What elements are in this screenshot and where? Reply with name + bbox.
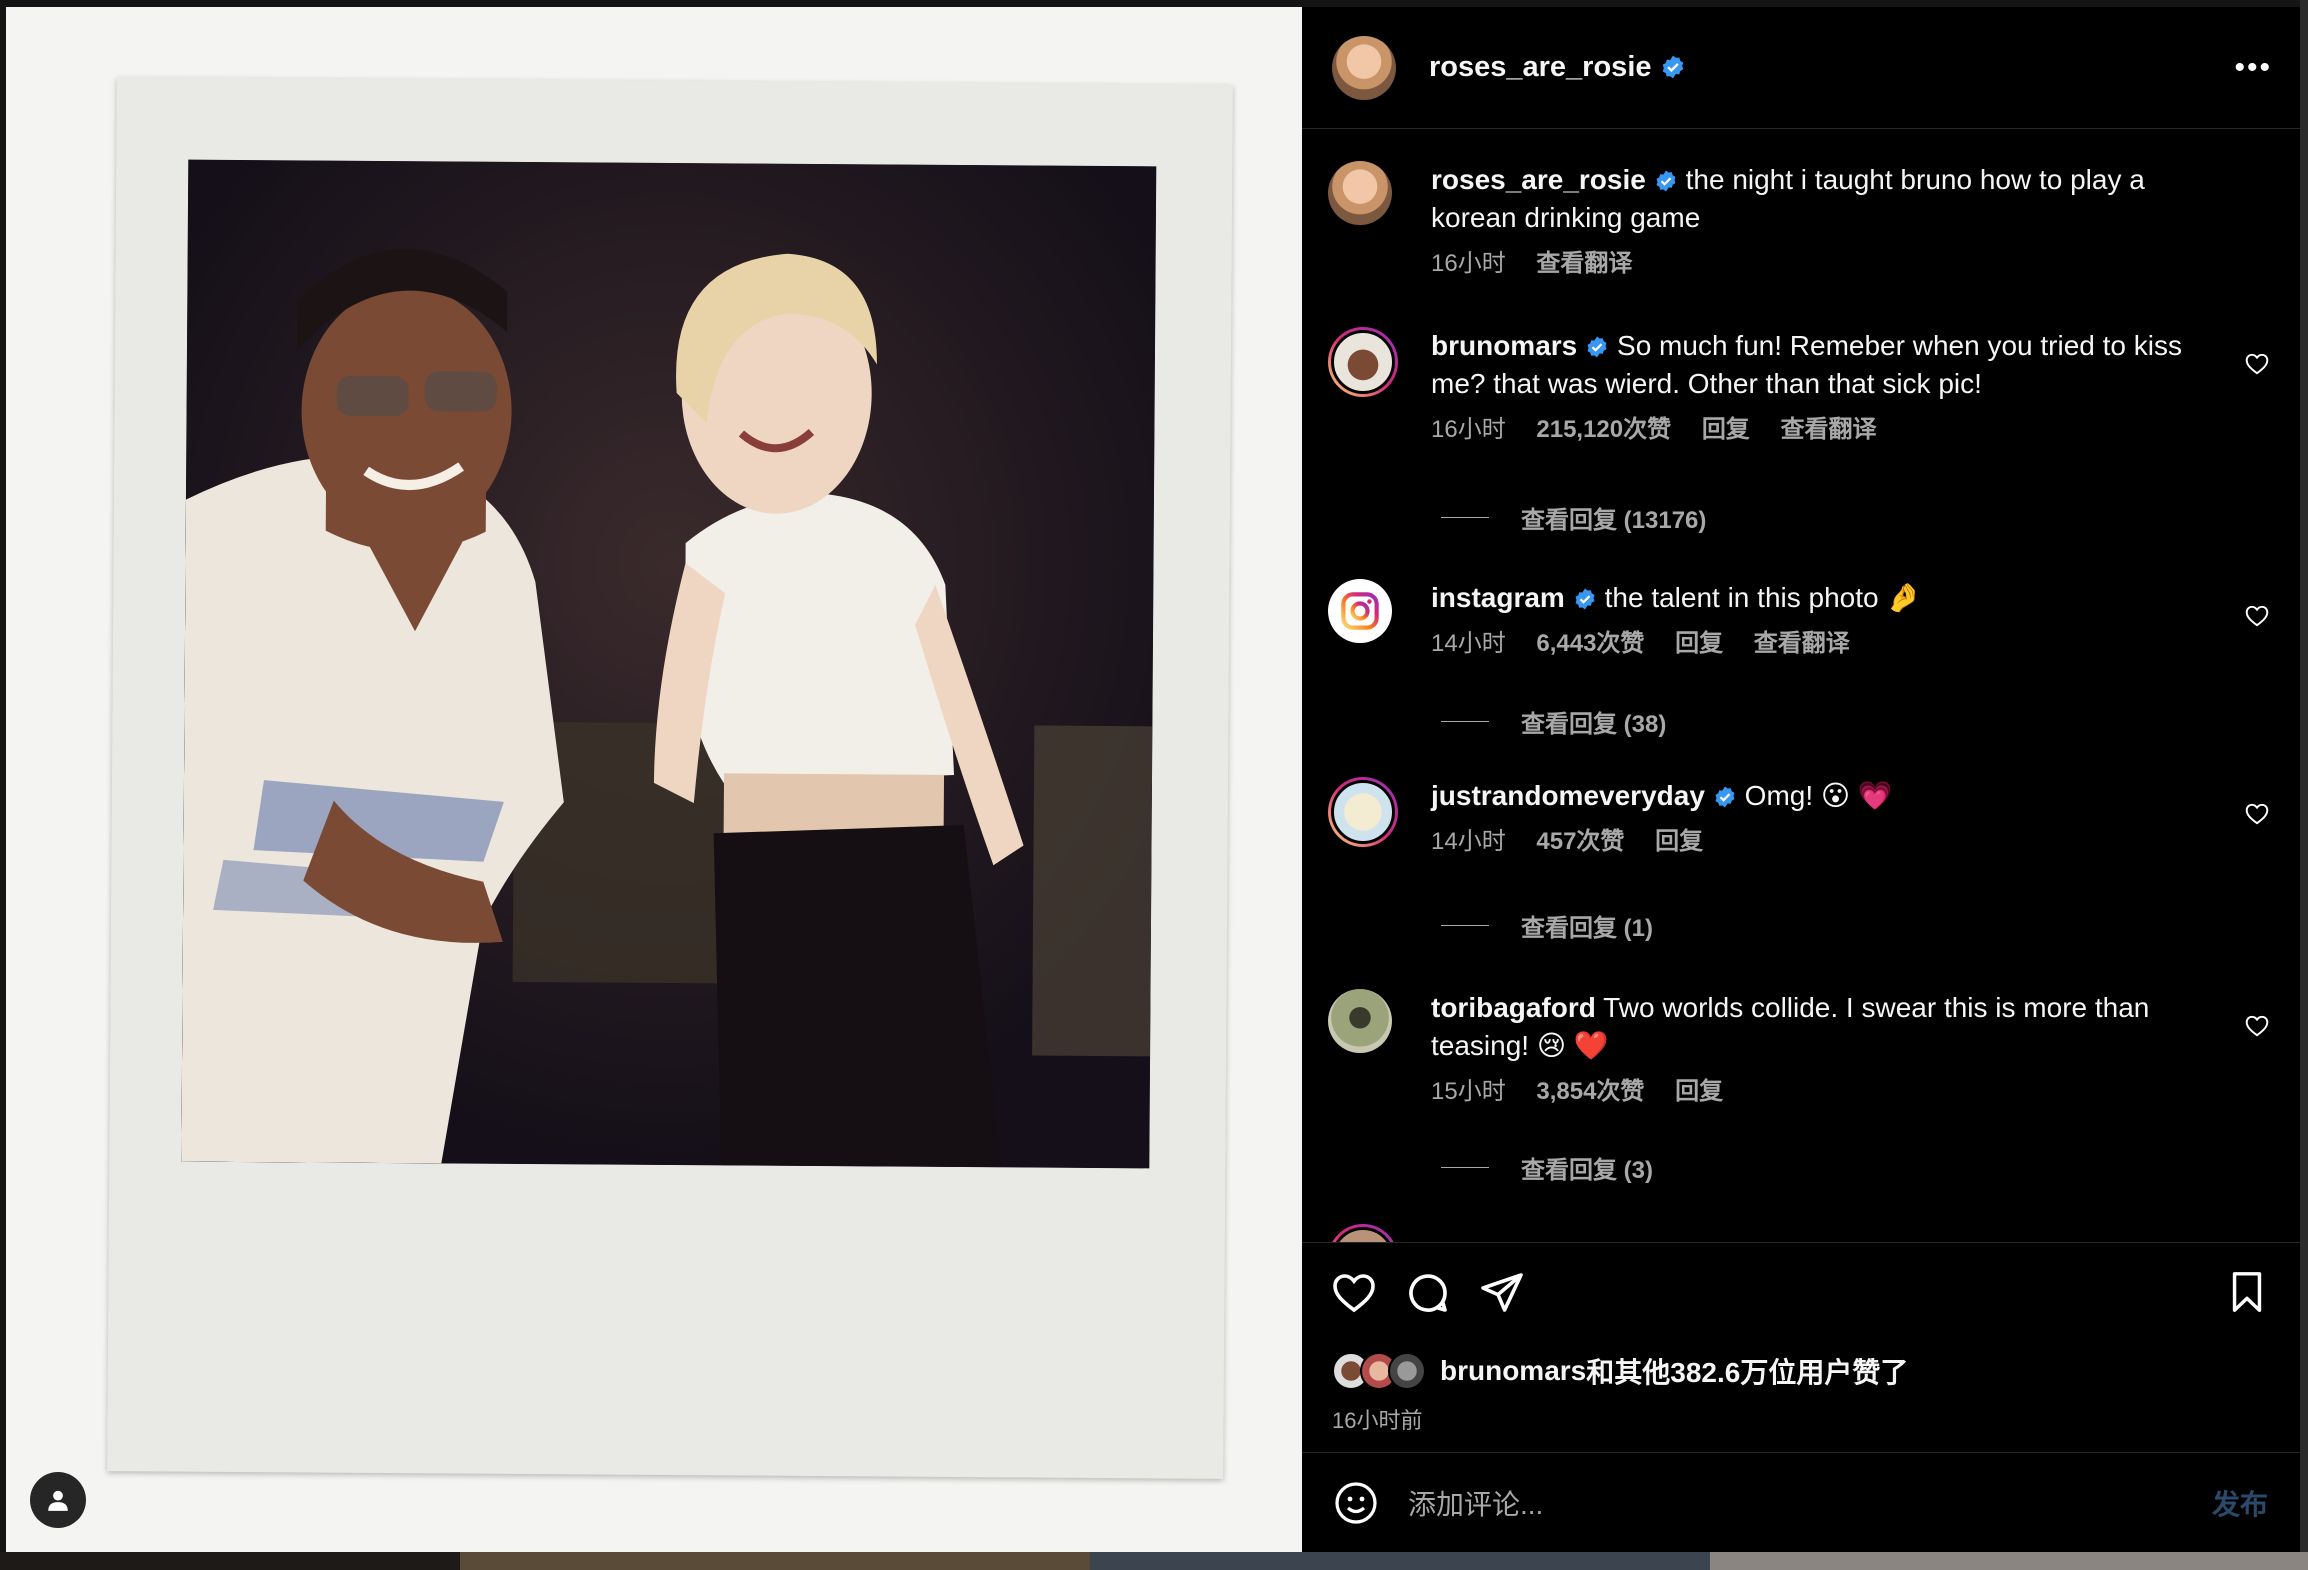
comment-likes[interactable]: 457次赞	[1536, 828, 1624, 855]
comment-username[interactable]: instagram	[1431, 582, 1565, 613]
reply-button[interactable]: 回复	[1655, 828, 1703, 855]
post-timestamp: 16小时前	[1332, 1408, 1423, 1433]
author-avatar[interactable]	[1332, 35, 1396, 100]
comment-time: 14小时	[1431, 630, 1506, 657]
like-comment-heart-icon[interactable]	[2244, 801, 2270, 827]
post-sidebar: roses_are_rosie ••• roses_are_rosie the …	[1302, 7, 2300, 1552]
photo-image	[181, 159, 1157, 1169]
comment-username[interactable]: justrandomeveryday	[1431, 780, 1705, 811]
translate-link[interactable]: 查看翻译	[1754, 630, 1850, 657]
caption-body: roses_are_rosie the night i taught bruno…	[1431, 161, 2211, 283]
verified-badge-icon	[1715, 786, 1735, 808]
tagged-users-button[interactable]	[30, 1472, 86, 1528]
translate-link[interactable]: 查看翻译	[1780, 416, 1876, 443]
comment-likes[interactable]: 3,854次赞	[1536, 1078, 1644, 1105]
view-replies-button[interactable]: 查看回复 (38)	[1441, 704, 1666, 739]
comment-composer: 添加评论... 发布	[1302, 1452, 2300, 1552]
photo-scene	[181, 159, 1157, 1169]
like-comment-heart-icon[interactable]	[2244, 351, 2270, 377]
comment-meta: 16小时 215,120次赞 回复 查看翻译	[1431, 411, 2211, 449]
verified-badge-icon	[1587, 336, 1607, 358]
post-comment-button[interactable]: 发布	[2212, 1483, 2268, 1523]
reply-button[interactable]: 回复	[1675, 1078, 1723, 1105]
comment-likes[interactable]: 6,443次赞	[1536, 630, 1644, 657]
verified-badge-icon	[1656, 170, 1676, 192]
view-replies-button[interactable]: 查看回复 (3)	[1441, 1150, 1653, 1185]
like-comment-heart-icon[interactable]	[2244, 603, 2270, 629]
caption-avatar[interactable]	[1328, 161, 1392, 225]
comment-meta: 15小时 3,854次赞 回复	[1431, 1073, 2211, 1111]
view-replies-button[interactable]: 查看回复 (1)	[1441, 908, 1653, 943]
likes-summary[interactable]: brunomars 和其他382.6万位用户赞了	[1332, 1351, 1908, 1391]
comment-username[interactable]: toribagaford	[1431, 992, 1596, 1023]
comment-time: 16小时	[1431, 416, 1506, 443]
view-replies-button[interactable]: 查看回复 (13176)	[1441, 500, 1706, 535]
comment-avatar[interactable]	[1328, 579, 1392, 643]
author-username[interactable]: roses_are_rosie	[1429, 51, 1686, 84]
post-header: roses_are_rosie •••	[1302, 7, 2300, 129]
comment-username[interactable]: brunomars	[1431, 330, 1577, 361]
verified-badge-icon	[1575, 588, 1595, 610]
comments-list: roses_are_rosie the night i taught bruno…	[1302, 129, 2300, 1242]
comment-body: justrandomeveryday Omg! 😮 💗 14小时 457次赞 回…	[1431, 777, 2211, 861]
likes-user[interactable]: brunomars	[1440, 1355, 1586, 1387]
polaroid-frame	[107, 77, 1233, 1479]
comment-body: instagram the talent in this photo 🤌 14小…	[1431, 579, 2211, 663]
comment-meta: 14小时 457次赞 回复	[1431, 823, 2211, 861]
liker-avatars	[1332, 1352, 1426, 1390]
bookmark-icon[interactable]	[2224, 1269, 2270, 1315]
share-send-icon[interactable]	[1478, 1269, 1526, 1317]
post-actions: brunomars 和其他382.6万位用户赞了 16小时前	[1302, 1242, 2300, 1452]
caption-time: 16小时	[1431, 250, 1506, 277]
comment-avatar[interactable]	[1328, 1224, 1398, 1242]
likes-text: 和其他382.6万位用户赞了	[1586, 1357, 1909, 1388]
comment-time: 14小时	[1431, 828, 1506, 855]
comment-input[interactable]: 添加评论...	[1408, 1483, 2212, 1523]
reply-button[interactable]: 回复	[1702, 416, 1750, 443]
comment-time: 15小时	[1431, 1078, 1506, 1105]
translate-link[interactable]: 查看翻译	[1536, 250, 1632, 277]
comment-avatar[interactable]	[1328, 989, 1392, 1053]
comment-body: toribagaford Two worlds collide. I swear…	[1431, 989, 2211, 1111]
comment-meta: 14小时 6,443次赞 回复 查看翻译	[1431, 625, 2211, 663]
comment-body: brunomars So much fun! Remeber when you …	[1431, 327, 2211, 449]
background-edge	[2300, 0, 2308, 1552]
reply-button[interactable]: 回复	[1675, 630, 1723, 657]
like-comment-heart-icon[interactable]	[2244, 1013, 2270, 1039]
background-content-strip	[0, 1552, 2308, 1570]
post-modal: roses_are_rosie ••• roses_are_rosie the …	[6, 7, 2300, 1552]
comment-text: the talent in this photo 🤌	[1604, 582, 1922, 613]
emoji-icon[interactable]	[1332, 1479, 1380, 1527]
instagram-logo-icon	[1341, 592, 1379, 630]
comment-bubble-icon[interactable]	[1404, 1269, 1452, 1317]
comment-likes[interactable]: 215,120次赞	[1536, 416, 1671, 443]
more-options-button[interactable]: •••	[2234, 52, 2272, 83]
avatar	[1388, 1352, 1426, 1390]
comment-text: Omg! 😮 💗	[1744, 780, 1893, 811]
comment-avatar[interactable]	[1328, 777, 1398, 847]
comment-avatar[interactable]	[1328, 327, 1398, 397]
verified-badge-icon	[1662, 55, 1683, 79]
post-photo	[6, 7, 1302, 1552]
like-heart-icon[interactable]	[1330, 1269, 1378, 1317]
caption-meta: 16小时 查看翻译	[1431, 245, 2211, 283]
caption-username[interactable]: roses_are_rosie	[1431, 164, 1646, 195]
user-icon	[48, 1490, 68, 1511]
